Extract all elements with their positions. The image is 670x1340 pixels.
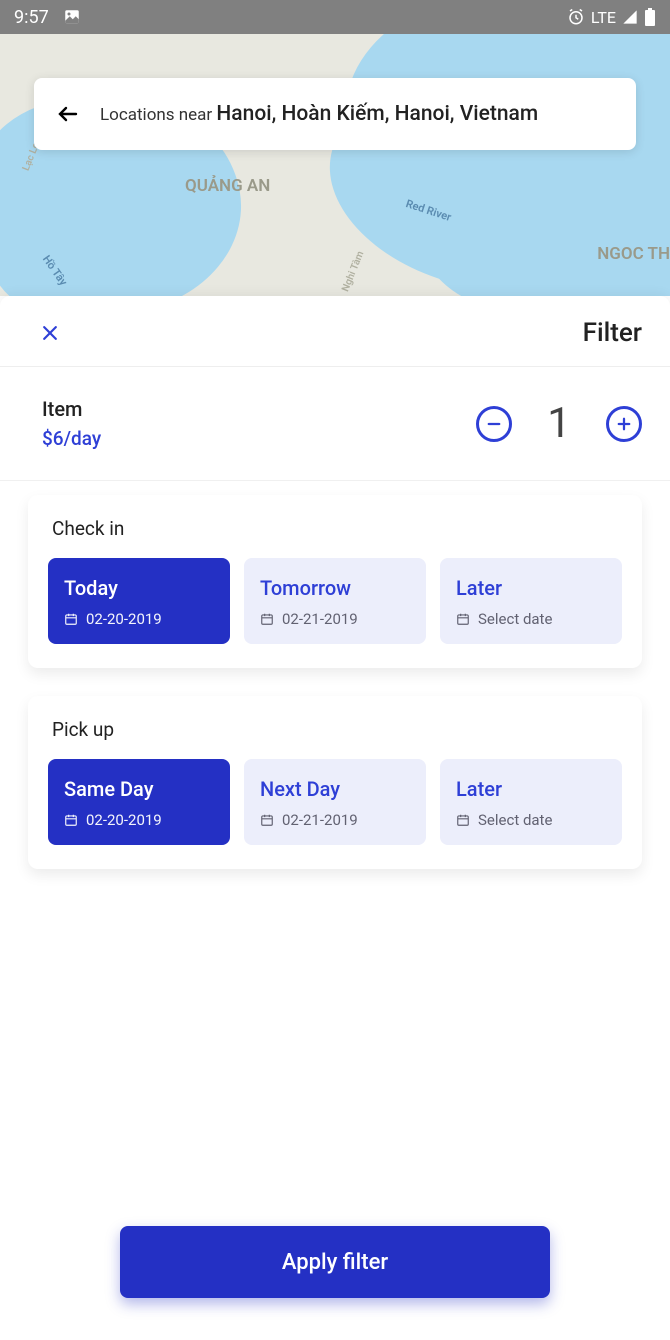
- pill-main: Tomorrow: [260, 576, 410, 600]
- pill-sub: Select date: [456, 610, 606, 628]
- map-label: QUẢNG AN: [185, 176, 270, 196]
- pill-main: Today: [64, 576, 214, 600]
- decrement-button[interactable]: [476, 406, 512, 442]
- item-label: Item: [42, 397, 101, 421]
- pill-main: Later: [456, 777, 606, 801]
- map-label: Nghi Tàm: [340, 250, 366, 294]
- pill-date: 02-20-2019: [86, 610, 162, 628]
- pill-sub: 02-21-2019: [260, 811, 410, 829]
- pill-main: Later: [456, 576, 606, 600]
- checkin-option-later[interactable]: Later Select date: [440, 558, 622, 644]
- map-bg: QUẢNG AN NGOC TH Red River Lạc Long Quân…: [0, 34, 670, 296]
- search-location: Hanoi, Hoàn Kiếm, Hanoi, Vietnam: [216, 102, 538, 126]
- item-row: Item $6/day 1: [0, 367, 670, 481]
- pill-main: Next Day: [260, 777, 410, 801]
- apply-filter-button[interactable]: Apply filter: [120, 1226, 550, 1298]
- filter-panel: Filter Item $6/day 1 Check in Today 02-2…: [0, 296, 670, 1340]
- calendar-icon: [260, 813, 274, 827]
- search-text: Locations near Hanoi, Hoàn Kiếm, Hanoi, …: [100, 102, 538, 126]
- back-arrow-icon[interactable]: [56, 102, 80, 126]
- status-network: LTE: [591, 8, 616, 27]
- item-info: Item $6/day: [42, 397, 101, 450]
- calendar-icon: [64, 813, 78, 827]
- pickup-option-sameday[interactable]: Same Day 02-20-2019: [48, 759, 230, 845]
- increment-button[interactable]: [606, 406, 642, 442]
- status-left: 9:57: [14, 7, 81, 28]
- checkin-options: Today 02-20-2019 Tomorrow 02-21-2019 Lat…: [28, 558, 642, 644]
- close-icon[interactable]: [40, 323, 60, 343]
- map-area[interactable]: QUẢNG AN NGOC TH Red River Lạc Long Quân…: [0, 34, 670, 296]
- alarm-icon: [567, 8, 585, 26]
- checkin-option-tomorrow[interactable]: Tomorrow 02-21-2019: [244, 558, 426, 644]
- pickup-options: Same Day 02-20-2019 Next Day 02-21-2019 …: [28, 759, 642, 845]
- filter-title: Filter: [583, 318, 642, 348]
- quantity-stepper: 1: [476, 399, 642, 448]
- item-price: $6/day: [42, 427, 101, 450]
- calendar-icon: [456, 813, 470, 827]
- pill-sub: Select date: [456, 811, 606, 829]
- quantity-value: 1: [544, 399, 574, 448]
- status-right: LTE: [567, 8, 656, 27]
- pill-main: Same Day: [64, 777, 214, 801]
- checkin-card: Check in Today 02-20-2019 Tomorrow 02-21…: [28, 495, 642, 668]
- pickup-title: Pick up: [28, 718, 642, 759]
- status-bar: 9:57 LTE: [0, 0, 670, 34]
- checkin-title: Check in: [28, 517, 642, 558]
- pickup-option-nextday[interactable]: Next Day 02-21-2019: [244, 759, 426, 845]
- search-pill[interactable]: Locations near Hanoi, Hoàn Kiếm, Hanoi, …: [34, 78, 636, 150]
- status-time: 9:57: [14, 7, 49, 28]
- pill-date: 02-20-2019: [86, 811, 162, 829]
- checkin-option-today[interactable]: Today 02-20-2019: [48, 558, 230, 644]
- signal-icon: [622, 9, 638, 25]
- filter-header: Filter: [0, 296, 670, 367]
- apply-label: Apply filter: [282, 1250, 388, 1275]
- pickup-card: Pick up Same Day 02-20-2019 Next Day 02-…: [28, 696, 642, 869]
- pill-sub: 02-21-2019: [260, 610, 410, 628]
- pickup-option-later[interactable]: Later Select date: [440, 759, 622, 845]
- calendar-icon: [456, 612, 470, 626]
- pill-date: Select date: [478, 610, 552, 628]
- map-label: NGOC TH: [597, 244, 670, 264]
- pill-sub: 02-20-2019: [64, 610, 214, 628]
- pill-date: Select date: [478, 811, 552, 829]
- gallery-icon: [63, 8, 81, 26]
- battery-icon: [644, 8, 656, 26]
- pill-sub: 02-20-2019: [64, 811, 214, 829]
- pill-date: 02-21-2019: [282, 610, 358, 628]
- calendar-icon: [260, 612, 274, 626]
- calendar-icon: [64, 612, 78, 626]
- pill-date: 02-21-2019: [282, 811, 358, 829]
- search-prefix: Locations near: [100, 105, 216, 125]
